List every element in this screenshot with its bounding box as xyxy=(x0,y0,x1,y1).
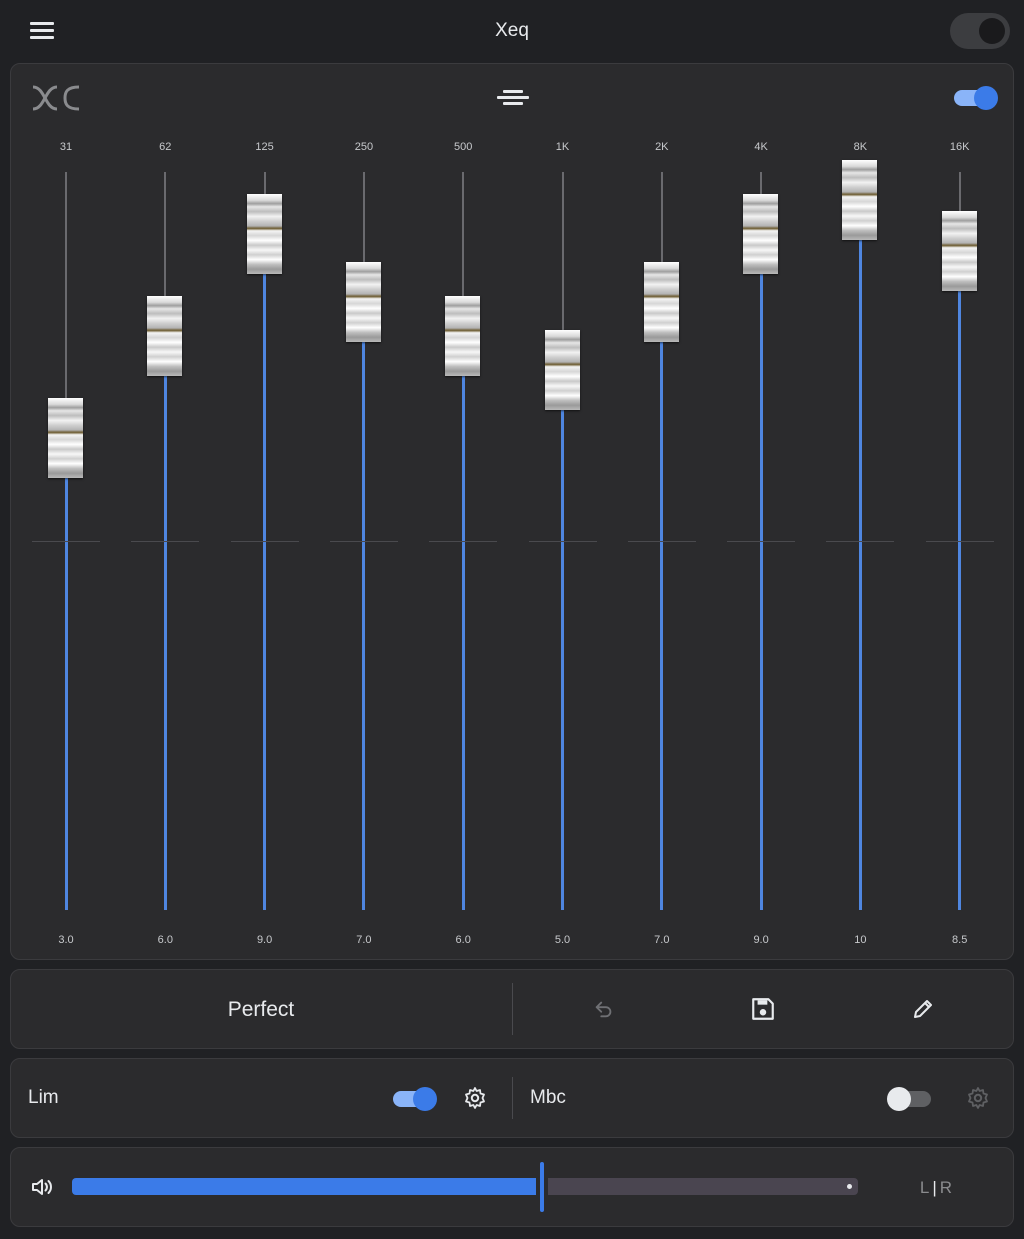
eq-band: 500 6.0 xyxy=(423,64,503,959)
band-track-level[interactable] xyxy=(64,438,68,910)
band-frequency-label: 250 xyxy=(354,141,374,153)
eq-band: 31 3.0 xyxy=(26,64,106,959)
volume-slider-fill[interactable] xyxy=(72,1178,536,1195)
undo-icon[interactable] xyxy=(593,998,615,1020)
band-slider-thumb[interactable] xyxy=(345,262,381,342)
limiter-toggle[interactable] xyxy=(393,1087,437,1111)
band-frequency-label: 2K xyxy=(655,141,669,153)
band-frequency-label: 8K xyxy=(853,141,868,153)
limiter-label: Lim xyxy=(28,1087,59,1108)
band-slider-thumb[interactable] xyxy=(941,211,977,291)
top-app-bar: Xeq xyxy=(0,0,1024,62)
divider xyxy=(512,1077,513,1119)
band-gain-value: 3.0 xyxy=(58,934,74,946)
band-gain-value: 6.0 xyxy=(157,934,173,946)
band-frequency-label: 31 xyxy=(59,141,73,153)
band-zero-line xyxy=(727,541,796,542)
eq-band: 62 6.0 xyxy=(125,64,205,959)
band-frequency-label: 1K xyxy=(555,141,570,153)
band-slider-thumb[interactable] xyxy=(643,262,679,342)
band-frequency-label: 4K xyxy=(754,141,768,153)
band-zero-line xyxy=(230,541,299,542)
band-slider-thumb[interactable] xyxy=(246,194,282,274)
volume-slider-track[interactable] xyxy=(548,1178,858,1195)
volume-card: L | R xyxy=(10,1147,1014,1227)
mbc-toggle[interactable] xyxy=(887,1087,931,1111)
band-zero-line xyxy=(329,541,398,542)
mbc-label: Mbc xyxy=(530,1087,566,1108)
eq-band: 125 9.0 xyxy=(225,64,305,959)
switch-knob xyxy=(979,18,1005,44)
balance-button[interactable]: L | R xyxy=(906,1178,966,1198)
band-frequency-label: 16K xyxy=(949,141,970,153)
band-slider-thumb[interactable] xyxy=(445,296,481,376)
band-gain-value: 5.0 xyxy=(554,934,571,946)
band-track-level[interactable] xyxy=(461,336,465,910)
band-zero-line xyxy=(528,541,597,542)
toggle-knob xyxy=(413,1087,437,1111)
eq-band: 4K 9.0 xyxy=(721,64,801,959)
master-power-switch[interactable] xyxy=(950,13,1010,49)
band-zero-line xyxy=(131,541,200,542)
band-frequency-label: 125 xyxy=(255,141,274,153)
volume-speaker-icon[interactable] xyxy=(30,1175,54,1199)
app-title: Xeq xyxy=(495,20,529,41)
preset-card: Perfect xyxy=(10,969,1014,1049)
band-frequency-label: 500 xyxy=(454,141,473,153)
band-track-level[interactable] xyxy=(858,200,862,910)
band-track-level[interactable] xyxy=(263,234,267,910)
band-slider-thumb[interactable] xyxy=(544,330,580,410)
band-zero-line xyxy=(429,541,498,542)
limiter-settings-gear-icon[interactable] xyxy=(463,1086,487,1110)
balance-right-label: R xyxy=(939,1178,953,1197)
band-frequency-label: 62 xyxy=(159,141,172,153)
band-zero-line xyxy=(925,541,994,542)
effects-card: Lim Mbc xyxy=(10,1058,1014,1138)
save-icon[interactable] xyxy=(750,996,776,1022)
band-slider-thumb[interactable] xyxy=(743,194,779,274)
band-gain-value: 9.0 xyxy=(256,934,273,946)
band-track-level[interactable] xyxy=(660,302,664,910)
band-zero-line xyxy=(627,541,696,542)
band-gain-value: 7.0 xyxy=(356,934,372,946)
toggle-knob xyxy=(887,1087,911,1111)
volume-slider-end-dot xyxy=(847,1184,852,1189)
preset-name[interactable]: Perfect xyxy=(11,998,511,1022)
band-slider-thumb[interactable] xyxy=(147,296,183,376)
band-zero-line xyxy=(826,541,895,542)
balance-left-label: L xyxy=(919,1178,930,1197)
band-track-level[interactable] xyxy=(561,370,564,910)
eq-band: 2K 7.0 xyxy=(622,64,702,959)
band-track-level[interactable] xyxy=(759,234,763,910)
band-track-level[interactable] xyxy=(958,251,962,910)
mbc-settings-gear-icon[interactable] xyxy=(966,1086,990,1110)
band-track-level[interactable] xyxy=(362,302,366,910)
volume-slider-thumb[interactable] xyxy=(540,1162,544,1212)
band-gain-value: 6.0 xyxy=(455,934,471,946)
band-track-level[interactable] xyxy=(163,336,167,910)
band-gain-value: 7.0 xyxy=(654,934,670,946)
eq-band: 1K 5.0 xyxy=(523,64,603,959)
eq-band: 16K 8.5 xyxy=(920,64,1000,959)
band-zero-line xyxy=(32,541,100,542)
band-slider-thumb[interactable] xyxy=(48,398,83,478)
band-slider-thumb[interactable] xyxy=(842,160,878,240)
band-gain-value: 8.5 xyxy=(952,934,968,946)
band-gain-value: 9.0 xyxy=(753,934,769,946)
equalizer-card: 31 3.0 62 6.0 125 9.0 250 7.0 500 6.0 1K 5.0 2K 7.0 4K… xyxy=(10,63,1014,960)
band-gain-value: 10 xyxy=(854,934,867,946)
eq-band: 8K 10 xyxy=(820,64,900,959)
divider xyxy=(512,983,513,1035)
edit-pencil-icon[interactable] xyxy=(911,997,935,1021)
eq-band: 250 7.0 xyxy=(324,64,404,959)
